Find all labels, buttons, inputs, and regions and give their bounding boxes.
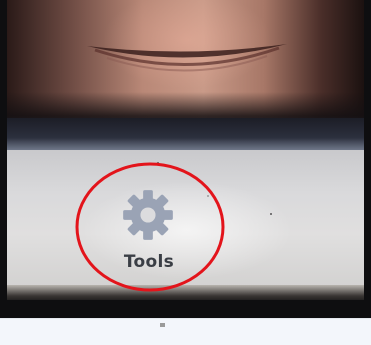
screen-edge (7, 285, 364, 300)
photo: Tools (7, 0, 364, 300)
dust-speck (157, 162, 159, 164)
small-mark (160, 323, 165, 327)
footer-bar (0, 318, 371, 345)
smile (87, 44, 287, 72)
photo-frame: Tools (0, 0, 371, 318)
tools-button[interactable]: Tools (99, 180, 209, 280)
dust-speck (270, 213, 272, 215)
gear-icon (123, 190, 173, 240)
photo-screenshot: Tools (0, 0, 371, 345)
tools-label: Tools (123, 252, 175, 272)
